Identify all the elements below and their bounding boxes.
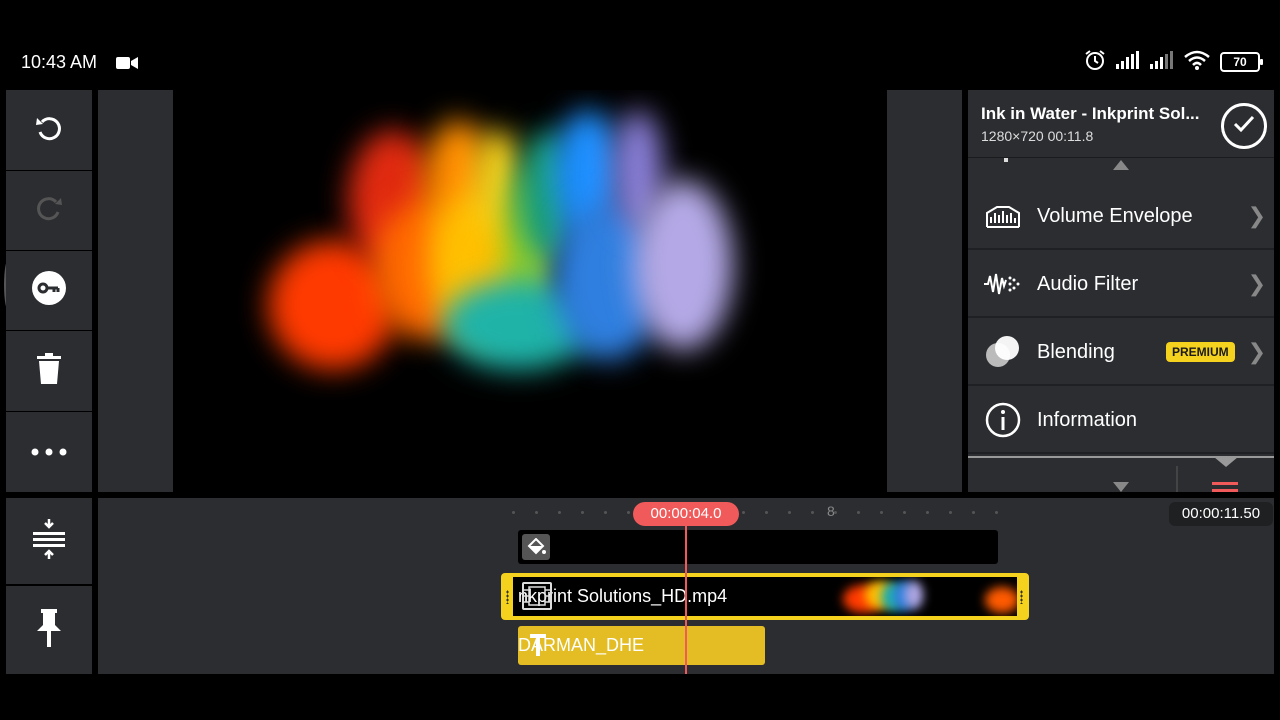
more-icon xyxy=(31,443,67,461)
wifi-icon xyxy=(1184,50,1210,75)
menu-lines-icon[interactable] xyxy=(1212,482,1238,485)
keyframe-button[interactable] xyxy=(6,251,92,330)
undo-button[interactable] xyxy=(6,90,92,170)
key-icon xyxy=(31,270,67,311)
menu-item-information[interactable]: Information xyxy=(968,388,1274,454)
info-icon xyxy=(984,401,1022,439)
scroll-hint-dot xyxy=(1004,158,1008,162)
timeline-ruler xyxy=(512,511,998,515)
blending-icon xyxy=(984,333,1022,371)
menu-item-blending[interactable]: Blending PREMIUM ❯ xyxy=(968,320,1274,386)
redo-icon xyxy=(33,192,65,229)
clip-title: Ink in Water - Inkprint Sol... xyxy=(981,104,1200,123)
text-icon xyxy=(530,634,546,661)
video-preview[interactable] xyxy=(173,90,887,492)
check-icon xyxy=(1233,115,1255,138)
alarm-icon xyxy=(1084,49,1106,76)
divider-notch xyxy=(1214,457,1238,467)
trash-icon xyxy=(35,352,63,390)
scroll-down-arrow-icon xyxy=(1113,482,1129,492)
signal-icon xyxy=(1116,50,1140,74)
confirm-button[interactable] xyxy=(1221,103,1267,149)
timeline-layout-button[interactable] xyxy=(6,498,92,584)
redo-button[interactable] xyxy=(6,171,92,250)
menu-item-audio-filter[interactable]: Audio Filter ❯ xyxy=(968,252,1274,318)
clip-options-panel: Volume Envelope ❯ Audio Filter ❯ Blendin… xyxy=(968,90,1274,492)
pin-button[interactable] xyxy=(6,586,92,674)
divider xyxy=(1176,466,1178,492)
film-icon xyxy=(522,582,552,610)
audio-filter-icon xyxy=(984,265,1022,303)
more-button[interactable] xyxy=(6,412,92,492)
volume-envelope-icon xyxy=(984,197,1022,235)
clip-left-handle[interactable] xyxy=(506,590,509,604)
status-icons: 70 xyxy=(1084,49,1263,76)
chevron-right-icon: ❯ xyxy=(1247,271,1266,296)
scroll-up-arrow-icon xyxy=(1113,160,1129,170)
total-duration: 00:00:11.50 xyxy=(1169,502,1273,526)
status-bar: 10:43 AM 70 xyxy=(0,40,1280,84)
menu-item-label: Blending xyxy=(1037,340,1115,363)
menu-item-label: Audio Filter xyxy=(1037,272,1139,295)
pin-icon xyxy=(35,608,63,652)
menu-lines-icon-2 xyxy=(1212,489,1238,492)
undo-icon xyxy=(33,112,65,149)
chevron-right-icon: ❯ xyxy=(1247,339,1266,364)
playhead[interactable] xyxy=(685,524,687,674)
paint-bucket-icon xyxy=(522,534,550,560)
menu-item-label: Information xyxy=(1037,408,1138,431)
menu-item-volume-envelope[interactable]: Volume Envelope ❯ xyxy=(968,184,1274,250)
menu-item-label: Volume Envelope xyxy=(1037,204,1193,227)
signal-2-icon xyxy=(1150,50,1174,74)
video-camera-icon xyxy=(116,56,138,75)
premium-badge: PREMIUM xyxy=(1166,342,1235,362)
clip-right-handle[interactable] xyxy=(1020,590,1023,604)
fill-track[interactable] xyxy=(518,530,998,564)
timeline-layout-icon xyxy=(33,518,65,564)
chevron-right-icon: ❯ xyxy=(1247,203,1266,228)
ruler-tick-label: 8 xyxy=(827,503,835,519)
clip-panel-header: Ink in Water - Inkprint Sol... 1280×720 … xyxy=(968,90,1274,158)
delete-button[interactable] xyxy=(6,331,92,411)
status-time: 10:43 AM xyxy=(21,52,98,72)
clip-meta: 1280×720 00:11.8 xyxy=(981,128,1094,144)
battery-icon: 70 xyxy=(1220,52,1263,72)
playhead-time[interactable]: 00:00:04.0 xyxy=(633,502,739,526)
